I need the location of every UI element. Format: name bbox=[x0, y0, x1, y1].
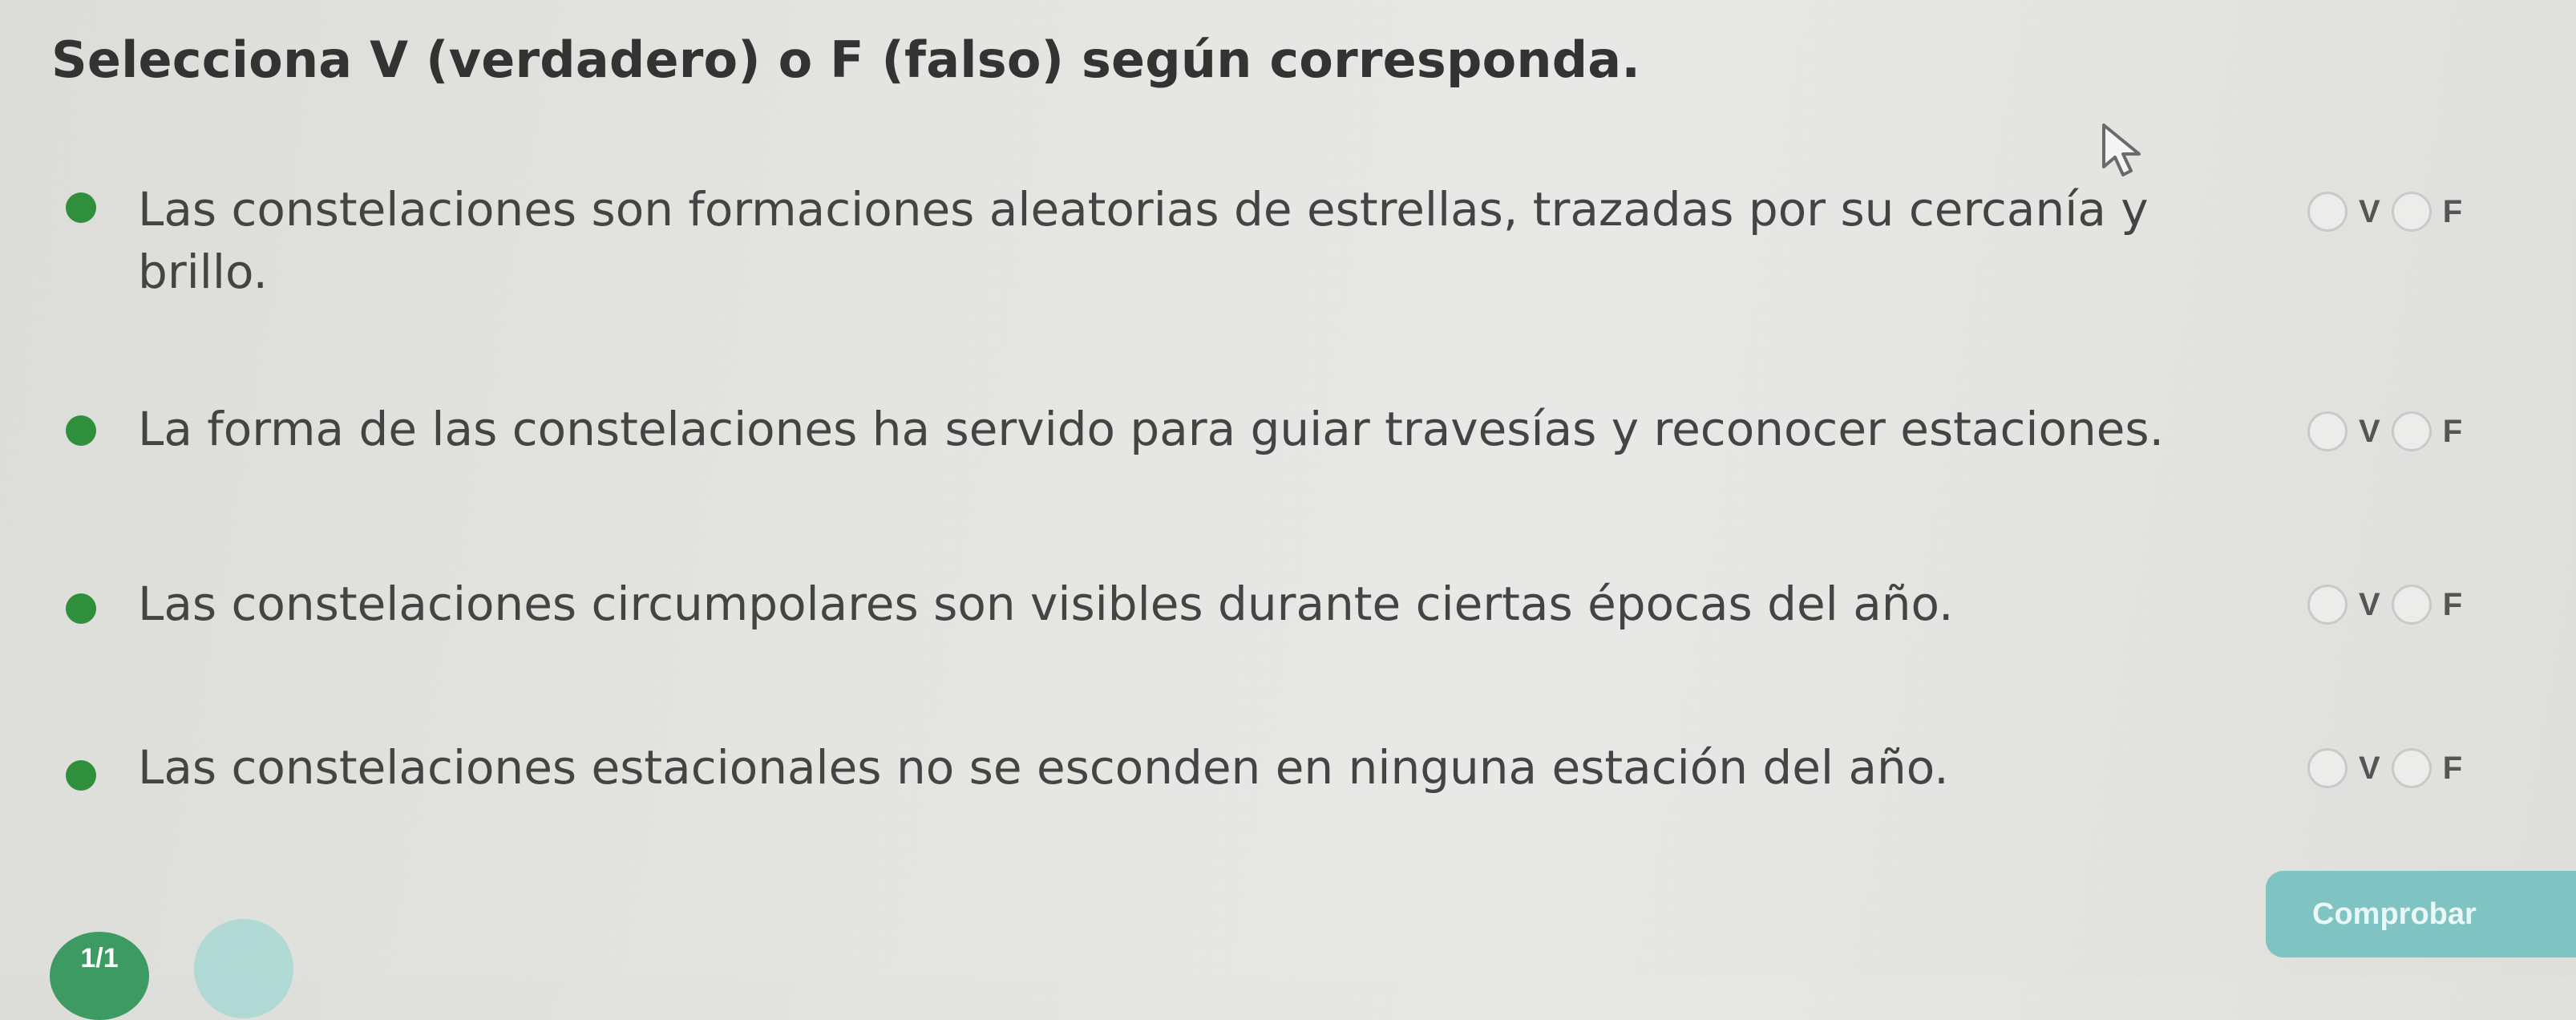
radio-true[interactable] bbox=[2307, 748, 2348, 788]
true-false-options: V F bbox=[2307, 180, 2473, 244]
radio-true[interactable] bbox=[2307, 411, 2348, 451]
radio-true[interactable] bbox=[2307, 192, 2348, 232]
true-false-options: V F bbox=[2307, 573, 2473, 637]
secondary-round-button[interactable] bbox=[194, 919, 293, 1018]
question-text: La forma de las constelaciones ha servid… bbox=[138, 402, 2165, 456]
true-false-options: V F bbox=[2307, 736, 2473, 800]
radio-true[interactable] bbox=[2307, 585, 2348, 625]
question-text: Las constelaciones circumpolares son vis… bbox=[138, 577, 1954, 631]
option-true-label[interactable]: V bbox=[2359, 751, 2380, 787]
option-false-label[interactable]: F bbox=[2443, 587, 2462, 623]
radio-false[interactable] bbox=[2391, 585, 2432, 625]
question-bullet bbox=[66, 760, 96, 791]
radio-false[interactable] bbox=[2391, 192, 2432, 232]
option-true-label[interactable]: V bbox=[2359, 587, 2380, 623]
progress-badge: 1/1 bbox=[50, 932, 149, 1020]
option-false-label[interactable]: F bbox=[2443, 194, 2462, 230]
option-true-label[interactable]: V bbox=[2359, 194, 2380, 230]
question-text: Las constelaciones estacionales no se es… bbox=[138, 740, 1949, 795]
question-bullet bbox=[66, 192, 96, 223]
radio-false[interactable] bbox=[2391, 411, 2432, 451]
radio-false[interactable] bbox=[2391, 748, 2432, 788]
option-false-label[interactable]: F bbox=[2443, 414, 2462, 450]
question-text: Las constelaciones son formaciones aleat… bbox=[138, 182, 2149, 299]
option-false-label[interactable]: F bbox=[2443, 751, 2462, 787]
instruction-title: Selecciona V (verdadero) o F (falso) seg… bbox=[51, 30, 1641, 89]
mouse-cursor-icon bbox=[2102, 123, 2141, 176]
true-false-options: V F bbox=[2307, 399, 2473, 463]
option-true-label[interactable]: V bbox=[2359, 414, 2380, 450]
question-bullet bbox=[66, 415, 96, 446]
check-button[interactable]: Comprobar bbox=[2266, 871, 2576, 957]
question-bullet bbox=[66, 593, 96, 624]
